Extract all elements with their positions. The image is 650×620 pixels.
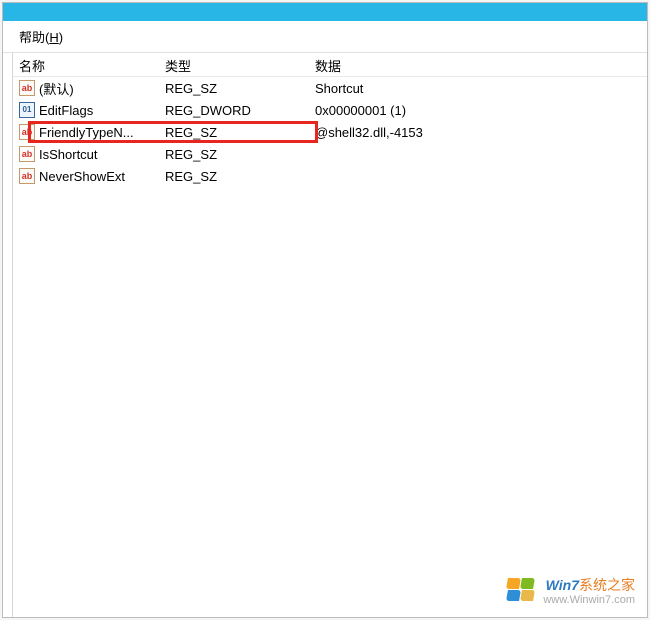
value-type: REG_SZ	[159, 81, 309, 96]
value-type: REG_DWORD	[159, 103, 309, 118]
binary-value-icon	[19, 102, 35, 118]
table-row[interactable]: IsShortcut REG_SZ	[13, 143, 647, 165]
value-name: EditFlags	[39, 103, 93, 118]
list-pane[interactable]: 名称 类型 数据 (默认) REG_SZ Shortcut EditFlags	[13, 53, 647, 617]
table-row[interactable]: (默认) REG_SZ Shortcut	[13, 77, 647, 99]
value-type: REG_SZ	[159, 125, 309, 140]
window: 帮助(H) 名称 类型 数据 (默认) REG_SZ Shortcut	[2, 2, 648, 618]
value-data: @shell32.dll,-4153	[309, 125, 647, 140]
rows-container: (默认) REG_SZ Shortcut EditFlags REG_DWORD…	[13, 77, 647, 187]
column-header-type[interactable]: 类型	[159, 53, 309, 76]
menu-help-label: 帮助	[19, 30, 45, 45]
value-name: IsShortcut	[39, 147, 98, 162]
string-value-icon	[19, 124, 35, 140]
menu-help[interactable]: 帮助(H)	[13, 25, 69, 48]
column-header-name[interactable]: 名称	[13, 53, 159, 76]
value-type: REG_SZ	[159, 169, 309, 184]
string-value-icon	[19, 80, 35, 96]
value-name: (默认)	[39, 79, 74, 98]
value-name: NeverShowExt	[39, 169, 125, 184]
table-row[interactable]: NeverShowExt REG_SZ	[13, 165, 647, 187]
value-type: REG_SZ	[159, 147, 309, 162]
titlebar[interactable]	[3, 3, 647, 21]
table-row[interactable]: FriendlyTypeN... REG_SZ @shell32.dll,-41…	[13, 121, 647, 143]
tree-pane[interactable]	[3, 53, 13, 617]
value-name: FriendlyTypeN...	[39, 125, 134, 140]
string-value-icon	[19, 146, 35, 162]
value-data: Shortcut	[309, 81, 647, 96]
menubar: 帮助(H)	[3, 21, 647, 53]
menu-help-hotkey: H	[49, 30, 58, 45]
table-row[interactable]: EditFlags REG_DWORD 0x00000001 (1)	[13, 99, 647, 121]
content-area: 名称 类型 数据 (默认) REG_SZ Shortcut EditFlags	[3, 53, 647, 617]
value-data: 0x00000001 (1)	[309, 103, 647, 118]
column-header-data[interactable]: 数据	[309, 53, 647, 76]
string-value-icon	[19, 168, 35, 184]
column-headers: 名称 类型 数据	[13, 53, 647, 77]
